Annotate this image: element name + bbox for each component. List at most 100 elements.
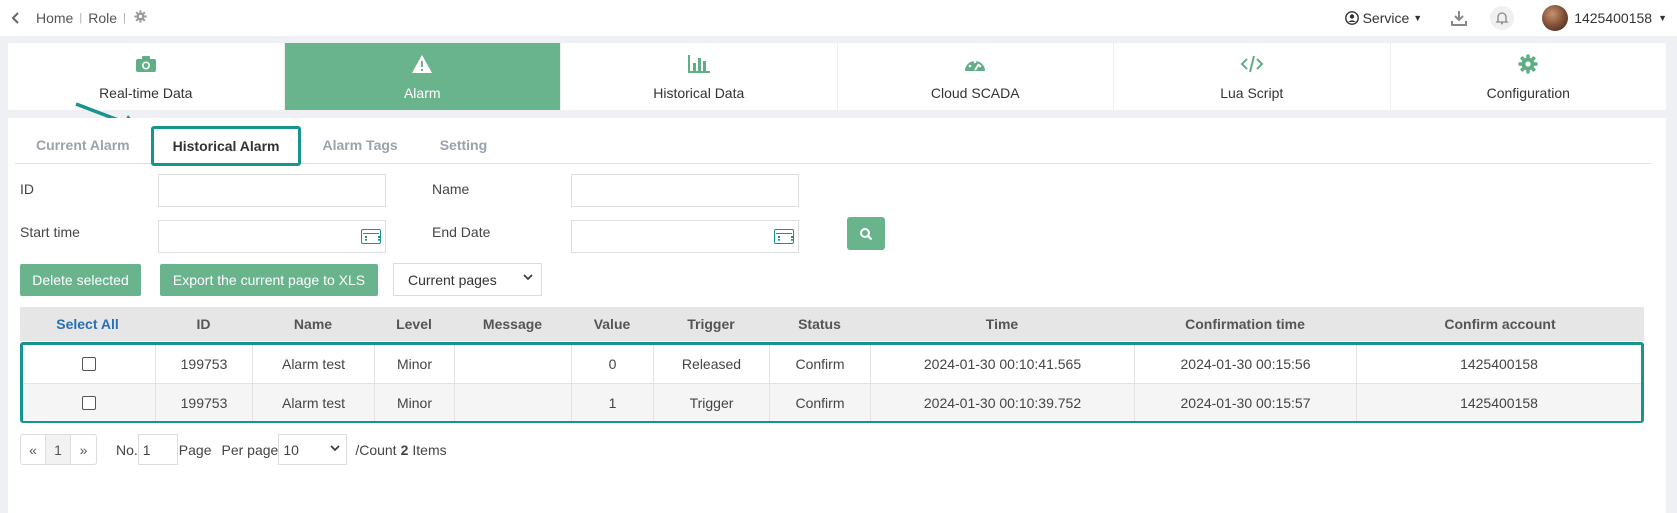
end-date-label: End Date	[432, 224, 491, 240]
confirm-account-cell: 1425400158	[1460, 356, 1538, 372]
column-header: Name	[293, 316, 333, 332]
module-label: Alarm	[403, 84, 441, 101]
level-cell: Minor	[375, 345, 455, 383]
column-header: Trigger	[687, 316, 735, 332]
top-bar: Home | Role | Service ▼ 1425400158 ▼	[0, 0, 1677, 36]
column-header: Confirmation time	[1185, 316, 1305, 332]
tab-alarm-tags[interactable]: Alarm Tags	[301, 126, 418, 164]
module-alarm[interactable]: Alarm	[284, 43, 561, 110]
value-cell: 1	[572, 384, 654, 421]
per-page-label: Per page	[221, 441, 279, 458]
search-icon	[860, 227, 873, 240]
pagination: « 1 » No. 1 Page Per page 10 /Count 2 It…	[20, 434, 447, 465]
calendar-icon[interactable]	[774, 229, 794, 244]
table-row[interactable]: 199753 Alarm test Minor 1 Trigger Confir…	[23, 383, 1641, 421]
column-header: Confirm account	[1444, 316, 1556, 332]
search-button[interactable]	[847, 217, 885, 250]
trigger-cell: Trigger	[654, 384, 770, 421]
column-header: ID	[196, 316, 211, 332]
row-checkbox[interactable]	[82, 357, 96, 371]
tab-setting[interactable]: Setting	[419, 126, 508, 164]
value-cell: 0	[572, 345, 654, 383]
page-number-value: 1	[142, 441, 151, 458]
message-cell	[455, 345, 572, 383]
confirm-account-cell: 1425400158	[1460, 394, 1538, 411]
gear-icon[interactable]	[134, 10, 147, 26]
count-suffix: Items	[412, 441, 447, 458]
page-no-label: No.	[116, 441, 138, 458]
breadcrumb-home[interactable]: Home	[36, 10, 73, 26]
row-checkbox-cell	[23, 345, 156, 383]
service-label: Service	[1362, 10, 1410, 26]
tab-current-alarm[interactable]: Current Alarm	[15, 126, 151, 164]
end-date-input[interactable]	[571, 220, 799, 253]
status-cell: Confirm	[770, 345, 871, 383]
breadcrumb: Home | Role |	[36, 10, 126, 26]
bar-chart-icon	[687, 53, 711, 75]
table-row[interactable]: 199753 Alarm test Minor 0 Released Confi…	[23, 345, 1641, 383]
column-header: Value	[593, 316, 631, 332]
per-page-value: 10	[283, 441, 299, 458]
delete-selected-button[interactable]: Delete selected	[20, 264, 141, 296]
row-checkbox[interactable]	[82, 395, 96, 410]
camera-icon	[135, 53, 157, 75]
column-header: Level	[396, 316, 432, 332]
page-number-button[interactable]: 1	[46, 435, 71, 464]
tab-historical-alarm[interactable]: Historical Alarm	[150, 126, 302, 166]
prev-page-button[interactable]: «	[21, 435, 46, 464]
breadcrumb-role[interactable]: Role	[88, 10, 117, 26]
service-dropdown[interactable]: Service ▼	[1344, 10, 1423, 26]
row-checkbox-cell	[23, 384, 156, 421]
name-cell: Alarm test	[253, 384, 375, 421]
content-panel: Current Alarm Historical Alarm Alarm Tag…	[8, 118, 1666, 513]
count-prefix: /Count	[355, 441, 397, 458]
user-menu[interactable]: 1425400158 ▼	[1542, 5, 1667, 31]
warning-icon	[411, 53, 433, 75]
module-nav: Real-time Data Alarm Historical Data Clo…	[8, 43, 1666, 110]
caret-down-icon: ▼	[1413, 13, 1423, 23]
module-label: Configuration	[1486, 84, 1570, 101]
confirmation-time-cell: 2024-01-30 00:15:56	[1135, 345, 1357, 383]
column-header: Time	[985, 316, 1019, 332]
name-input[interactable]	[571, 174, 799, 207]
confirmation-time-cell: 2024-01-30 00:15:57	[1135, 384, 1357, 421]
per-page-select[interactable]: 10	[278, 434, 348, 465]
table-body: 199753 Alarm test Minor 0 Released Confi…	[20, 342, 1644, 423]
page-label: Page	[178, 441, 212, 458]
module-cloud-scada[interactable]: Cloud SCADA	[838, 43, 1114, 110]
username: 1425400158	[1574, 10, 1653, 26]
module-label: Historical Data	[653, 84, 745, 101]
module-lua-script[interactable]: Lua Script	[1114, 43, 1391, 110]
chevron-down-icon	[523, 273, 533, 284]
page-number-input[interactable]: 1	[137, 434, 178, 465]
name-label: Name	[432, 181, 470, 197]
item-count: 2	[400, 441, 409, 458]
module-historical-data[interactable]: Historical Data	[561, 43, 838, 110]
download-icon[interactable]	[1450, 9, 1468, 27]
breadcrumb-separator: |	[79, 12, 83, 24]
chevron-left-icon[interactable]	[10, 11, 24, 25]
time-cell: 2024-01-30 00:10:41.565	[871, 345, 1135, 383]
table-header: Select All ID Name Level Message Value T…	[20, 307, 1644, 341]
name-cell: Alarm test	[253, 345, 375, 383]
export-xls-button[interactable]: Export the current page to XLS	[160, 264, 378, 296]
level-cell: Minor	[375, 384, 455, 421]
start-time-label: Start time	[20, 224, 80, 240]
select-all-link[interactable]: Select All	[20, 307, 155, 341]
top-right-toolbar: Service ▼ 1425400158 ▼	[1344, 0, 1667, 36]
module-configuration[interactable]: Configuration	[1391, 43, 1667, 110]
calendar-icon[interactable]	[361, 229, 381, 244]
gear-icon	[1518, 53, 1538, 75]
export-scope-select[interactable]: Current pages	[393, 263, 542, 296]
page-buttons: « 1 »	[20, 434, 97, 465]
dashboard-icon	[964, 53, 986, 75]
breadcrumb-separator: |	[123, 12, 126, 24]
module-label: Cloud SCADA	[930, 84, 1020, 101]
code-icon	[1240, 53, 1264, 75]
column-header: Status	[798, 316, 841, 332]
next-page-button[interactable]: »	[71, 435, 96, 464]
start-time-input[interactable]	[158, 220, 386, 253]
id-cell: 199753	[156, 384, 253, 421]
id-input[interactable]	[158, 174, 386, 207]
bell-icon[interactable]	[1490, 6, 1515, 30]
